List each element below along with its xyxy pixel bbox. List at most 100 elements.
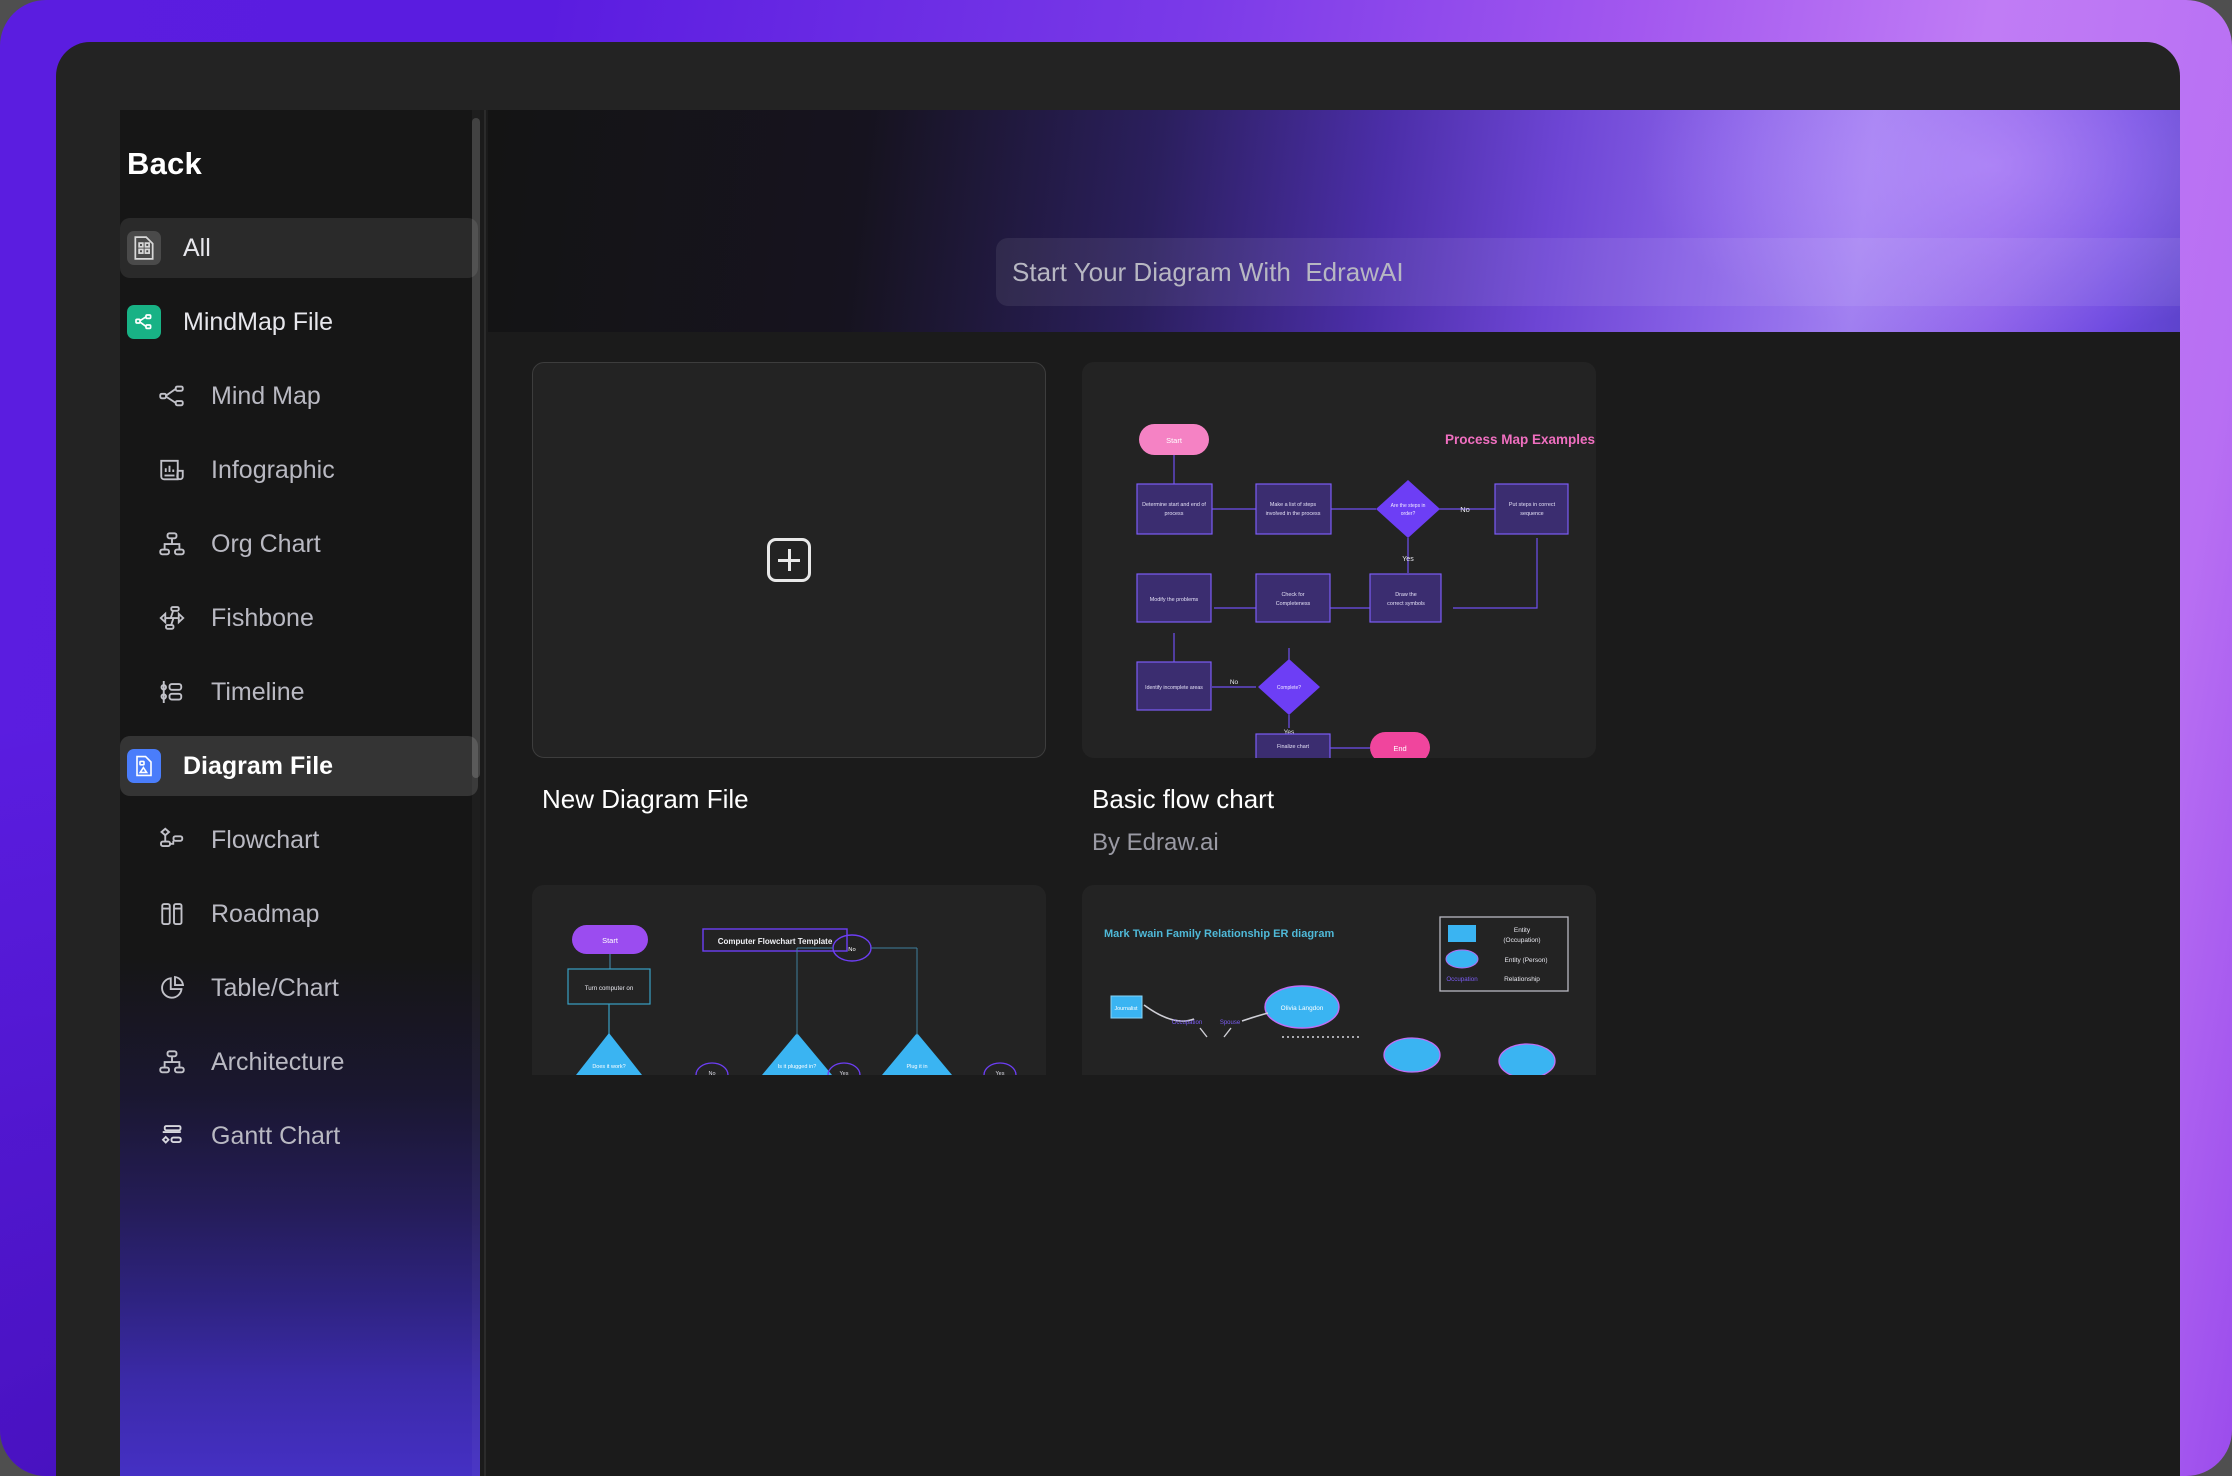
sidebar-item-all[interactable]: All [120, 218, 478, 278]
svg-text:No: No [1230, 679, 1239, 686]
svg-text:Yes: Yes [840, 1071, 849, 1075]
sidebar-item-infographic[interactable]: Infographic [120, 440, 478, 500]
svg-text:Check for: Check for [1281, 592, 1304, 598]
svg-text:Olivia Langdon: Olivia Langdon [1281, 1005, 1324, 1012]
sidebar-item-label: Org Chart [211, 529, 321, 558]
sidebar-item-label: MindMap File [183, 307, 334, 336]
main-panel: New Diagram File Process Map Examples [488, 110, 2180, 1476]
svg-text:Entity (Person): Entity (Person) [1505, 957, 1548, 964]
card-new-diagram-file[interactable]: New Diagram File [532, 362, 1046, 857]
template-row: Computer Flowchart Template Start Turn c… [532, 885, 2180, 1076]
card-author: By Edraw.ai [1092, 829, 1219, 857]
svg-text:Yes: Yes [996, 1071, 1005, 1075]
svg-text:No: No [708, 1071, 715, 1075]
svg-text:order?: order? [1401, 511, 1416, 517]
svg-text:Journalist: Journalist [1114, 1006, 1138, 1012]
basic-flow-chart-thumbnail[interactable]: Process Map Examples Start Determine sta… [1082, 362, 1596, 758]
gantt-chart-icon [155, 1119, 189, 1153]
ai-search-input[interactable] [1012, 238, 2180, 306]
svg-text:Complete?: Complete? [1277, 685, 1301, 691]
pie-chart-icon [155, 971, 189, 1005]
svg-text:process: process [1165, 511, 1184, 517]
sidebar-item-mindmap-file[interactable]: MindMap File [120, 292, 478, 352]
svg-text:Does it work?: Does it work? [592, 1064, 625, 1070]
sidebar-item-diagram-file[interactable]: Diagram File [120, 736, 478, 796]
sidebar-item-label: Infographic [211, 455, 335, 484]
flowchart-icon [155, 823, 189, 857]
card-meta: New Diagram File [532, 758, 1046, 815]
sidebar-item-table-chart[interactable]: Table/Chart [120, 958, 478, 1018]
sidebar-scrollbar-thumb[interactable] [472, 118, 480, 778]
svg-text:correct symbols: correct symbols [1387, 601, 1425, 607]
infographic-icon [155, 453, 189, 487]
card-er-diagram[interactable]: Mark Twain Family Relationship ER diagra… [1082, 885, 1596, 1076]
sidebar-item-label: Roadmap [211, 899, 320, 928]
sidebar-item-label: Timeline [211, 677, 305, 706]
ai-search-bar[interactable] [996, 238, 2180, 306]
er-diagram-thumbnail[interactable]: Mark Twain Family Relationship ER diagra… [1082, 885, 1596, 1076]
svg-text:Identify incomplete areas: Identify incomplete areas [1145, 685, 1203, 691]
sidebar: Back All MindMap File Mind Map Infograph… [120, 110, 480, 1476]
svg-text:End: End [1393, 744, 1406, 753]
plus-icon[interactable] [767, 538, 811, 582]
sidebar-item-gantt-chart[interactable]: Gantt Chart [120, 1106, 478, 1166]
sidebar-item-label: Flowchart [211, 825, 320, 854]
svg-text:Computer Flowchart Template: Computer Flowchart Template [718, 937, 833, 946]
sidebar-item-label: Mind Map [211, 381, 321, 410]
process-map-preview: Process Map Examples Start Determine sta… [1082, 362, 1596, 758]
sidebar-item-label: All [183, 233, 211, 262]
sidebar-item-label: Table/Chart [211, 973, 339, 1002]
fishbone-icon [155, 601, 189, 635]
mindmap-file-icon [127, 305, 161, 339]
svg-text:Occupation: Occupation [1446, 976, 1478, 983]
architecture-icon [155, 1045, 189, 1079]
svg-text:Entity: Entity [1514, 927, 1531, 934]
svg-text:Relationship: Relationship [1504, 976, 1540, 983]
svg-text:Start: Start [1166, 436, 1183, 445]
svg-text:Finalize chart: Finalize chart [1277, 744, 1310, 750]
svg-text:Plug it in: Plug it in [906, 1064, 927, 1070]
sidebar-item-flowchart[interactable]: Flowchart [120, 810, 478, 870]
svg-text:Is it plugged in?: Is it plugged in? [778, 1064, 817, 1070]
card-title: New Diagram File [542, 784, 749, 814]
svg-text:Mark Twain Family Relationship: Mark Twain Family Relationship ER diagra… [1104, 928, 1334, 940]
svg-text:Are the steps in: Are the steps in [1391, 503, 1426, 509]
card-computer-flowchart[interactable]: Computer Flowchart Template Start Turn c… [532, 885, 1046, 1076]
svg-text:Spouse: Spouse [1220, 1020, 1241, 1026]
computer-flowchart-thumbnail[interactable]: Computer Flowchart Template Start Turn c… [532, 885, 1046, 1076]
mind-map-icon [155, 379, 189, 413]
svg-text:Put steps in correct: Put steps in correct [1509, 502, 1556, 508]
svg-text:No: No [848, 947, 855, 953]
sidebar-item-label: Gantt Chart [211, 1121, 341, 1150]
computer-flowchart-preview: Computer Flowchart Template Start Turn c… [532, 885, 1046, 1076]
back-button[interactable]: Back [120, 110, 480, 218]
card-basic-flow-chart[interactable]: Process Map Examples Start Determine sta… [1082, 362, 1596, 857]
sidebar-scrollbar-track[interactable] [472, 110, 480, 1476]
sidebar-item-architecture[interactable]: Architecture [120, 1032, 478, 1092]
svg-text:Start: Start [602, 936, 619, 945]
roadmap-icon [155, 897, 189, 931]
er-diagram-preview: Mark Twain Family Relationship ER diagra… [1082, 885, 1596, 1076]
timeline-icon [155, 675, 189, 709]
svg-text:Make a list of steps: Make a list of steps [1270, 502, 1316, 508]
sidebar-item-timeline[interactable]: Timeline [120, 662, 478, 722]
sidebar-item-mind-map[interactable]: Mind Map [120, 366, 478, 426]
svg-text:Occupation: Occupation [1172, 1020, 1202, 1026]
svg-text:Yes: Yes [1402, 556, 1414, 563]
new-diagram-file-thumbnail[interactable] [532, 362, 1046, 758]
sidebar-item-org-chart[interactable]: Org Chart [120, 514, 478, 574]
svg-text:No: No [1460, 505, 1470, 514]
sidebar-item-fishbone[interactable]: Fishbone [120, 588, 478, 648]
sidebar-item-roadmap[interactable]: Roadmap [120, 884, 478, 944]
